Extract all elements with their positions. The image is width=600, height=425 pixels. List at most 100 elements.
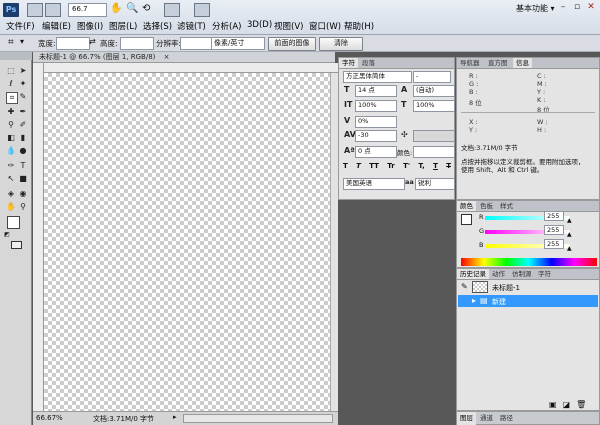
tab-channels[interactable]: 通道 [477,412,496,425]
horizontal-scrollbar[interactable] [183,414,333,423]
menu-layer[interactable]: 图层(L) [109,20,137,32]
tab-character[interactable]: 字符 [339,58,358,68]
gradient-tool-icon[interactable]: ▮ [18,133,28,143]
minimize-icon[interactable]: – [556,2,570,14]
tools-panel-header[interactable] [0,52,32,60]
3d-rotate-tool-icon[interactable]: ◈ [6,189,16,199]
red-slider-thumb[interactable]: ▲ [567,217,572,224]
green-slider-thumb[interactable]: ▲ [567,231,572,238]
font-size-field[interactable]: 14 点 [355,85,397,97]
arrange-documents-icon[interactable] [164,3,180,17]
kerning-field[interactable]: 0% [355,116,397,128]
transparent-canvas[interactable] [44,73,330,411]
tab-character-2[interactable]: 字符 [535,269,554,279]
menu-help[interactable]: 帮助(H) [344,20,374,32]
font-style-select[interactable]: - [413,71,451,83]
tab-color[interactable]: 颜色 [457,201,476,211]
type-tool-icon[interactable]: T [18,161,28,171]
clone-stamp-tool-icon[interactable]: ⚲ [6,120,16,130]
delete-state-icon[interactable]: 🗑 [576,400,586,409]
brush-tool-icon[interactable]: ✒ [18,107,28,117]
magic-wand-tool-icon[interactable]: ✦ [18,79,28,89]
default-colors-icon[interactable]: ◩ [2,230,12,240]
lasso-tool-icon[interactable]: ℓ [6,79,16,89]
menu-image[interactable]: 图像(I) [77,20,103,32]
color-spectrum-bar[interactable] [461,258,597,266]
tool-preset-dropdown-icon[interactable]: ▾ [20,37,24,46]
crop-tool-icon[interactable]: ⌗ [8,37,14,48]
vertical-scale-field[interactable]: 100% [355,100,397,112]
healing-brush-tool-icon[interactable]: ✚ [6,107,16,117]
eyedropper-tool-icon[interactable]: ✎ [18,92,28,102]
tsume-field[interactable] [413,130,455,142]
eraser-tool-icon[interactable]: ◧ [6,133,16,143]
snapshot-brush-icon[interactable]: ✎ [461,282,468,291]
document-tab[interactable]: 未标题-1 @ 66.7% (图层 1, RGB/8) × [33,52,335,63]
tab-clone-source[interactable]: 仿制源 [509,269,535,279]
marquee-tool-icon[interactable]: ⬚ [6,66,16,76]
pen-tool-icon[interactable]: ✑ [6,161,16,171]
history-state-row[interactable]: ▸ ▤ 新建 [458,295,598,307]
height-field[interactable] [120,37,154,50]
crop-tool-active-icon[interactable]: ⌗ [6,92,18,104]
text-color-swatch[interactable] [413,146,455,158]
vertical-ruler[interactable] [33,63,44,411]
menu-3d[interactable]: 3D(D) [247,20,272,30]
small-caps-button[interactable]: Tr [387,162,394,170]
tracking-field[interactable]: -30 [355,130,397,142]
status-zoom[interactable]: 66.67% [36,414,63,422]
blur-tool-icon[interactable]: 💧 [6,146,16,156]
language-select[interactable]: 美国英语 [343,178,405,190]
all-caps-button[interactable]: TT [369,162,379,170]
workspace-switcher[interactable]: 基本功能 ▾ [516,3,555,14]
zoom-tool-icon[interactable]: 🔍 [126,3,138,14]
front-image-button[interactable]: 前面的图像 [268,37,316,51]
move-tool-icon[interactable]: ➤ [18,66,28,76]
menu-filter[interactable]: 滤镜(T) [177,20,206,32]
menu-edit[interactable]: 编辑(E) [42,20,71,32]
blue-value-field[interactable]: 255 [544,239,564,249]
tab-history[interactable]: 历史记录 [457,269,489,279]
hand-tool-icon[interactable]: ✋ [6,202,16,212]
minibridge-icon[interactable] [45,3,61,17]
menu-select[interactable]: 选择(S) [143,20,172,32]
tab-navigator[interactable]: 导航器 [457,58,483,68]
horizontal-scale-field[interactable]: 100% [413,100,455,112]
screen-mode-icon[interactable] [194,3,210,17]
shape-tool-icon[interactable]: ■ [18,174,28,184]
tab-swatches[interactable]: 色板 [477,201,496,211]
new-document-from-state-icon[interactable]: ▣ [549,400,557,409]
tab-actions[interactable]: 动作 [489,269,508,279]
vertical-scrollbar[interactable] [330,73,338,411]
swap-icon[interactable]: ⇄ [89,37,96,46]
underline-button[interactable]: T [433,162,438,170]
resolution-unit-select[interactable]: 像素/英寸 [211,37,265,50]
horizontal-ruler[interactable] [44,63,338,73]
zoom-level-field[interactable]: 66.7 [68,3,107,17]
menu-analysis[interactable]: 分析(A) [212,20,241,32]
rotate-view-icon[interactable]: ⟲ [142,3,150,14]
close-icon[interactable]: ✕ [584,2,598,14]
menu-window[interactable]: 窗口(W) [309,20,341,32]
strikethrough-button[interactable]: T [446,162,451,170]
tab-layers[interactable]: 图层 [457,412,476,425]
color-fg-swatch[interactable] [461,214,472,225]
new-snapshot-icon[interactable]: ◪ [563,400,571,409]
green-value-field[interactable]: 255 [544,225,564,235]
status-arrow-icon[interactable]: ▸ [173,413,177,421]
superscript-button[interactable]: T' [403,162,410,170]
bridge-icon[interactable] [27,3,43,17]
tab-histogram[interactable]: 直方图 [485,58,511,68]
menu-view[interactable]: 视图(V) [274,20,303,32]
restore-icon[interactable]: ▫ [570,2,584,14]
foreground-color-swatch[interactable] [7,216,20,229]
history-snapshot-row[interactable]: ✎ 未标题-1 [458,280,598,294]
dodge-tool-icon[interactable]: ● [18,146,28,156]
tab-paragraph[interactable]: 段落 [359,58,378,68]
blue-slider-thumb[interactable]: ▲ [567,245,572,252]
tab-styles[interactable]: 样式 [497,201,516,211]
zoom-tool-icon[interactable]: ⚲ [18,202,28,212]
clear-button[interactable]: 清除 [319,37,363,51]
faux-bold-button[interactable]: T [343,162,348,170]
resolution-field[interactable] [180,37,212,50]
